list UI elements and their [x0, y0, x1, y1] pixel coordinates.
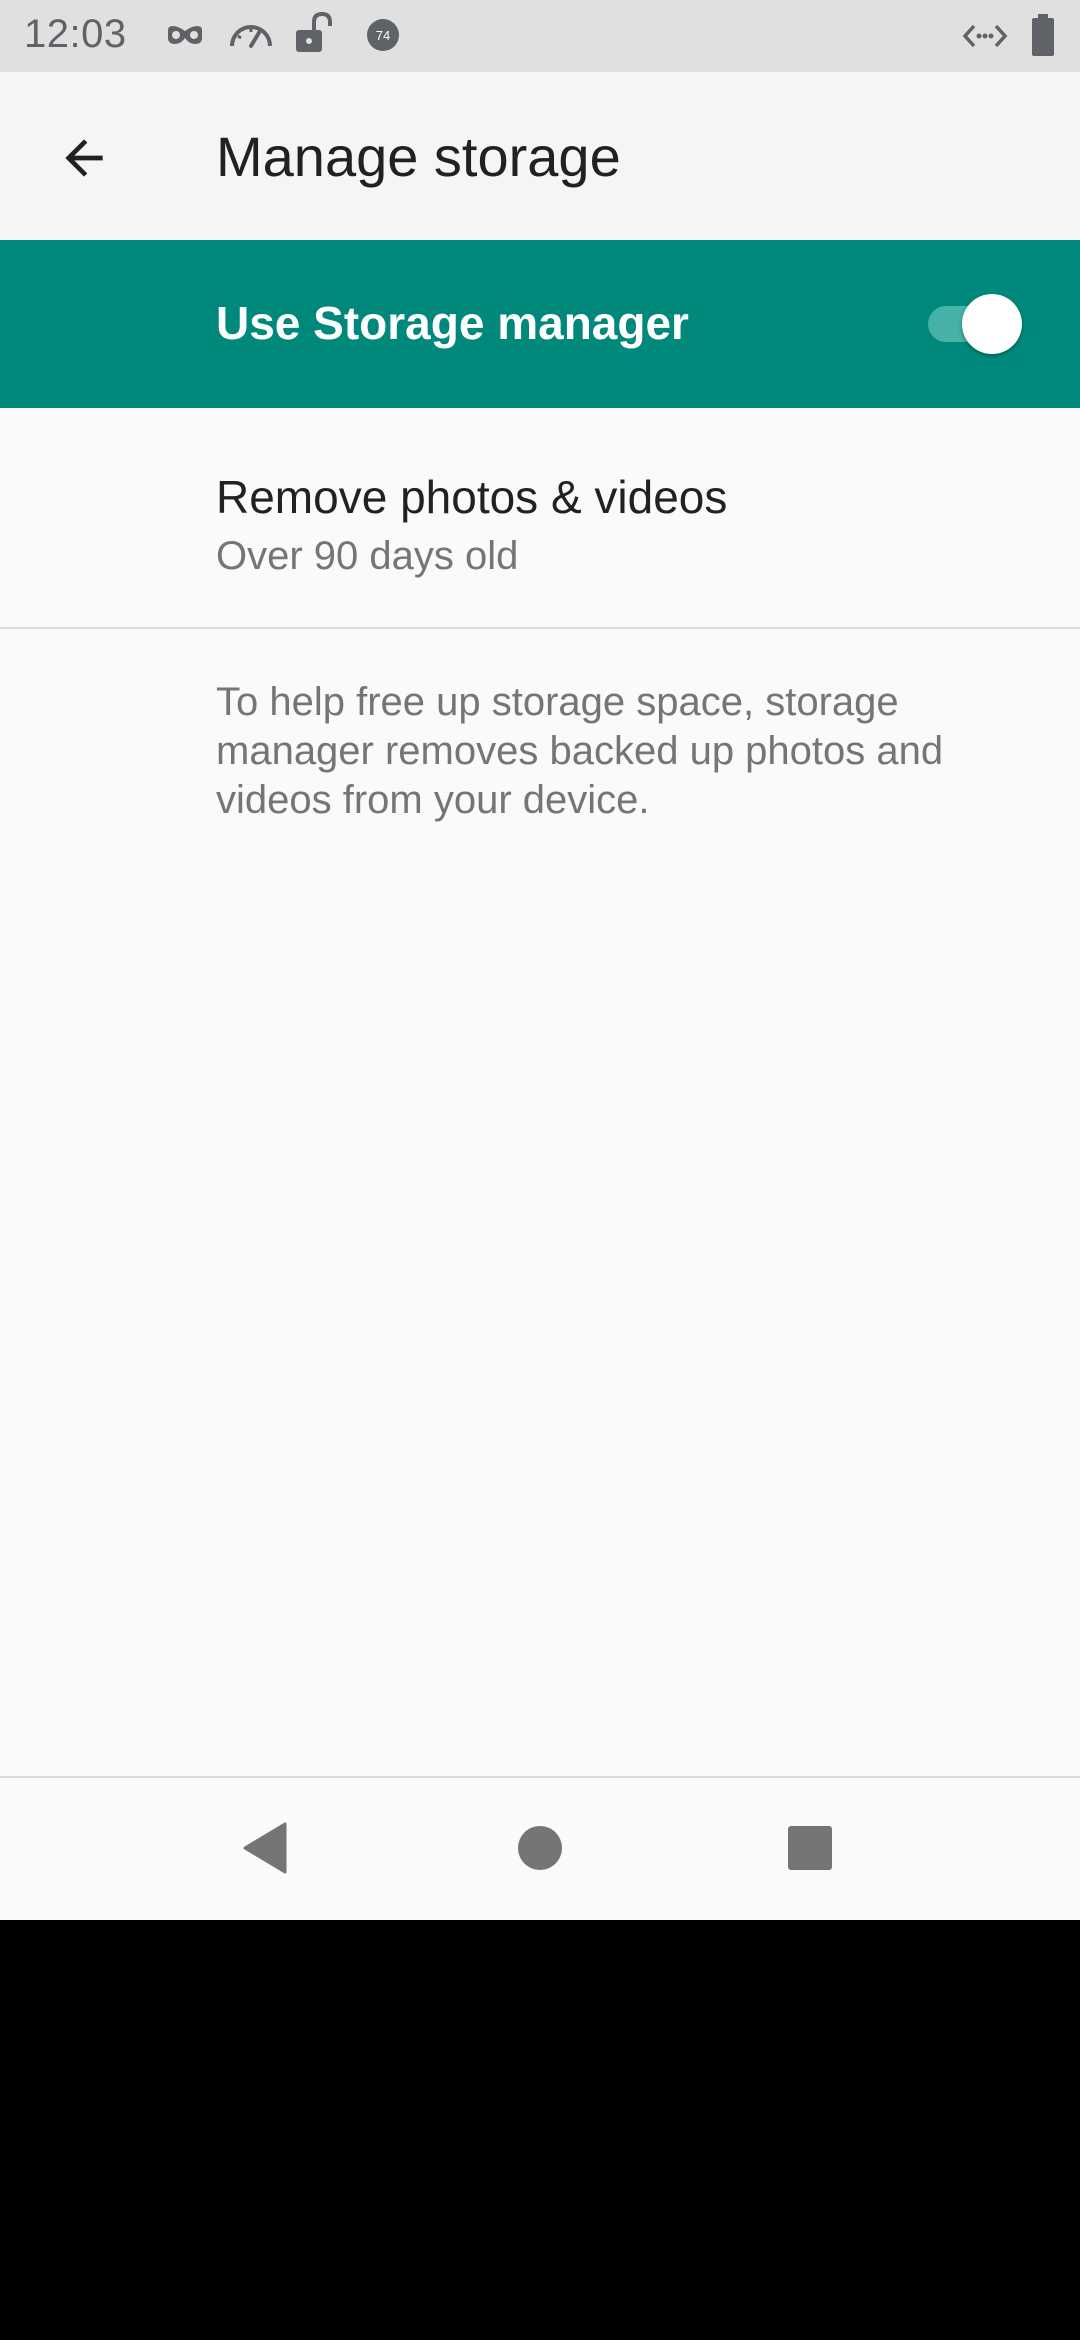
back-triangle-icon — [241, 1821, 291, 1880]
speedometer-icon — [228, 18, 274, 57]
settings-content: Use Storage manager Remove photos & vide… — [0, 240, 1080, 1776]
unlocked-icon — [292, 10, 338, 61]
recents-square-icon — [787, 1825, 833, 1876]
use-storage-manager-switch-bar[interactable]: Use Storage manager — [0, 240, 1080, 408]
remove-photos-videos-preference[interactable]: Remove photos & videos Over 90 days old — [0, 408, 1080, 628]
page-title: Manage storage — [216, 125, 621, 188]
battery-icon — [1030, 14, 1056, 61]
nav-back-button[interactable] — [218, 1802, 314, 1898]
nav-home-button[interactable] — [492, 1802, 588, 1898]
badge-74-icon: 74 — [366, 18, 400, 57]
footer-description: To help free up storage space, storage m… — [216, 680, 944, 822]
bottom-black-area — [0, 1920, 1080, 2340]
svg-text:74: 74 — [376, 28, 390, 43]
status-time: 12:03 — [24, 12, 127, 56]
nav-recents-button[interactable] — [762, 1802, 858, 1898]
status-bar: 12:03 74 — [0, 0, 1080, 72]
storage-manager-toggle[interactable] — [922, 292, 1024, 356]
incognito-icon — [164, 20, 206, 55]
app-bar: Manage storage — [0, 72, 1080, 240]
preference-title: Remove photos & videos — [216, 471, 728, 523]
navigation-bar — [0, 1776, 1080, 1920]
divider — [0, 627, 1080, 629]
home-circle-icon — [517, 1825, 563, 1876]
back-button[interactable] — [36, 112, 132, 208]
preference-summary: Over 90 days old — [216, 534, 519, 578]
code-arrows-icon — [962, 22, 1008, 55]
arrow-back-icon — [56, 130, 112, 191]
master-switch-label: Use Storage manager — [216, 297, 689, 349]
toggle-thumb — [962, 294, 1022, 354]
